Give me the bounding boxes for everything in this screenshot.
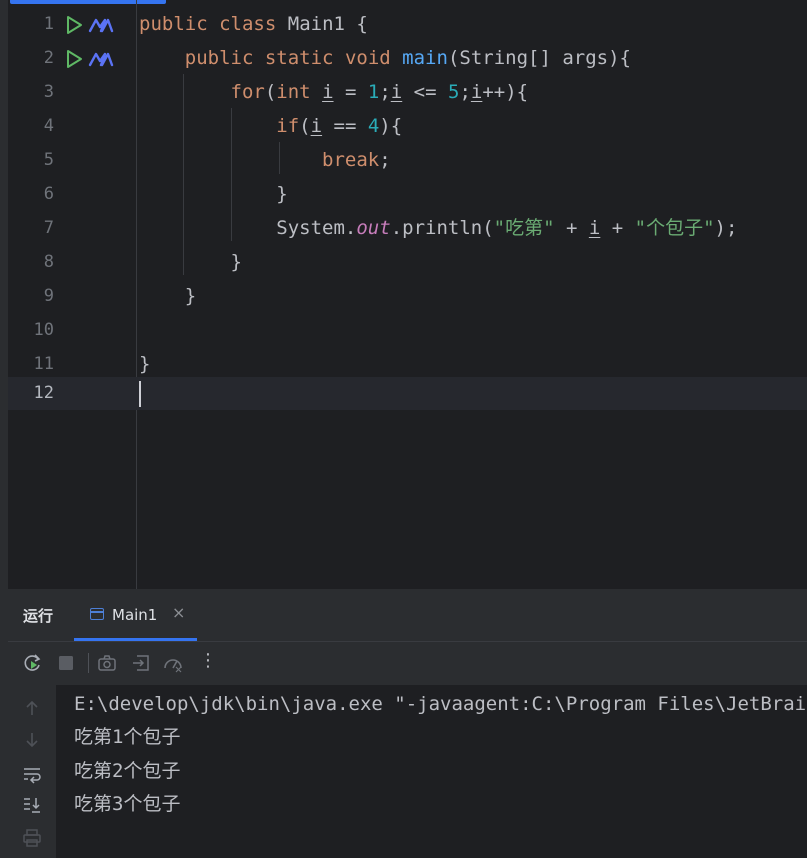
code-line-7[interactable]: 7 System.out.println("吃第" + i + "个包子"); [8, 211, 807, 245]
exit-icon[interactable] [131, 653, 151, 673]
m-plugin-icon[interactable] [88, 17, 114, 33]
run-gutter-icon[interactable] [64, 15, 84, 35]
camera-icon[interactable] [97, 653, 117, 673]
code-line-10[interactable]: 10 [8, 313, 807, 347]
code-text: if(i == 4){ [276, 115, 403, 137]
code-text: System.out.println("吃第" + i + "个包子"); [276, 217, 738, 239]
code-line-1[interactable]: 1 public class Main1 { [8, 7, 807, 41]
code-line-12[interactable]: 12 [8, 377, 807, 410]
code-text: } [139, 353, 151, 375]
soft-wrap-icon[interactable] [22, 764, 42, 784]
run-toolbar: ⋮ [8, 642, 807, 685]
code-line-6[interactable]: 6 } [8, 177, 807, 211]
code-text: public static void main(String[] args){ [184, 47, 631, 69]
code-line-3[interactable]: 3 for(int i = 1;i <= 5;i++){ [8, 75, 807, 109]
line-number: 6 [43, 184, 54, 204]
console-line: 吃第3个包子 [74, 793, 181, 815]
line-number: 11 [33, 354, 54, 374]
code-line-8[interactable]: 8 } [8, 245, 807, 279]
code-line-5[interactable]: 5 break; [8, 143, 807, 177]
line-number: 9 [43, 286, 54, 306]
scroll-to-end-icon[interactable] [22, 795, 42, 815]
code-line-11[interactable]: 11 } [8, 347, 807, 381]
line-number: 7 [43, 218, 54, 238]
console-line: 吃第2个包子 [74, 760, 181, 782]
line-number: 12 [33, 383, 54, 403]
console-tab-icon [90, 608, 104, 620]
more-icon[interactable]: ⋮ [198, 650, 218, 671]
toolbar-separator [88, 653, 89, 673]
code-line-9[interactable]: 9 } [8, 279, 807, 313]
line-number: 10 [33, 320, 54, 340]
code-line-2[interactable]: 2 public static void main(String[] args)… [8, 41, 807, 75]
down-arrow-icon[interactable] [22, 730, 42, 750]
line-number: 3 [43, 82, 54, 102]
line-number: 5 [43, 150, 54, 170]
tab-main1[interactable]: Main1 × [74, 589, 197, 641]
line-number: 8 [43, 252, 54, 272]
rerun-icon[interactable] [23, 653, 43, 673]
tab-label: Main1 [112, 606, 158, 624]
stop-icon[interactable] [56, 653, 76, 673]
run-gutter-icon[interactable] [64, 49, 84, 69]
tab-indicator [10, 0, 166, 4]
print-icon[interactable] [22, 828, 42, 848]
code-text: for(int i = 1;i <= 5;i++){ [230, 81, 529, 103]
text-cursor [139, 381, 141, 407]
profiler-icon[interactable] [163, 653, 183, 673]
code-text: break; [322, 149, 391, 171]
up-arrow-icon[interactable] [22, 698, 42, 718]
close-icon[interactable]: × [172, 603, 185, 622]
console-line: E:\develop\jdk\bin\java.exe "-javaagent:… [74, 693, 807, 715]
run-panel-header: 运行 Main1 × [8, 589, 807, 642]
run-panel-title: 运行 [23, 607, 54, 625]
code-text: } [276, 183, 288, 205]
console-line: 吃第1个包子 [74, 726, 181, 748]
code-text: } [184, 285, 197, 307]
code-text: } [230, 251, 242, 273]
left-tool-strip [0, 0, 8, 858]
line-number: 1 [43, 14, 54, 34]
code-editor[interactable]: 1 public class Main1 { 2 public static v… [0, 0, 807, 589]
console-side-toolbar [8, 685, 56, 858]
console-output[interactable]: E:\develop\jdk\bin\java.exe "-javaagent:… [56, 685, 807, 858]
line-number: 4 [43, 116, 54, 136]
line-number: 2 [43, 48, 54, 68]
code-line-4[interactable]: 4 if(i == 4){ [8, 109, 807, 143]
code-text: public class Main1 { [139, 13, 368, 35]
m-plugin-icon[interactable] [88, 51, 114, 67]
